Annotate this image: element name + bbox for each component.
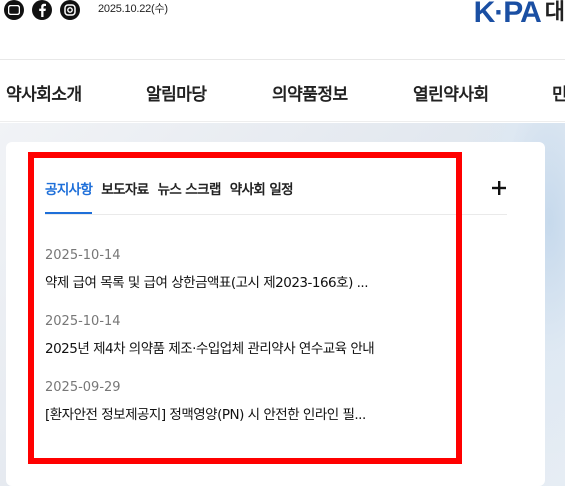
logo-suffix: 대 (544, 0, 565, 25)
current-date: 2025.10.22(수) (98, 3, 168, 15)
board-tabs: 공지사항 보도자료 뉴스 스크랩 약사회 일정 (45, 178, 302, 214)
list-item[interactable]: 2025-10-14 약제 급여 목록 및 급여 상한금액표(고시 제2023-… (45, 248, 445, 291)
nav-item-drug-info[interactable]: 의약품정보 (272, 80, 348, 105)
post-date: 2025-10-14 (45, 314, 121, 329)
tab-press[interactable]: 보도자료 (101, 178, 149, 214)
nav-item-notice[interactable]: 알림마당 (146, 80, 207, 105)
kpa-logo[interactable]: K·PA 대 (474, 0, 565, 30)
post-title[interactable]: 2025년 제4차 의약품 제조·수입업체 관리약사 연수교육 안내 (45, 337, 445, 357)
tab-divider (45, 214, 507, 215)
plus-icon (492, 181, 506, 195)
nav-item-about[interactable]: 약사회소개 (6, 80, 82, 105)
tab-news-scrap[interactable]: 뉴스 스크랩 (158, 178, 222, 214)
nav-item-more[interactable]: 민 (552, 80, 565, 105)
post-date: 2025-10-14 (45, 248, 121, 263)
facebook-icon[interactable] (32, 0, 52, 20)
post-title[interactable]: 약제 급여 목록 및 급여 상한금액표(고시 제2023-166호) ... (45, 271, 445, 291)
instagram-icon[interactable] (60, 0, 80, 20)
list-item[interactable]: 2025-10-14 2025년 제4차 의약품 제조·수입업체 관리약사 연수… (45, 314, 445, 357)
youtube-icon[interactable] (4, 0, 24, 20)
main-nav: 약사회소개 알림마당 의약품정보 열린약사회 민 (0, 60, 565, 122)
social-links (4, 0, 80, 20)
list-item[interactable]: 2025-09-29 [환자안전 정보제공지] 정맥영양(PN) 시 안전한 인… (45, 380, 445, 423)
post-date: 2025-09-29 (45, 380, 121, 395)
top-bar: 2025.10.22(수) K·PA 대 (0, 0, 565, 60)
post-title[interactable]: [환자안전 정보제공지] 정맥영양(PN) 시 안전한 인라인 필... (45, 403, 445, 423)
tab-schedule[interactable]: 약사회 일정 (230, 178, 294, 214)
more-button[interactable] (490, 179, 508, 197)
tab-notice[interactable]: 공지사항 (45, 178, 93, 214)
nav-item-open[interactable]: 열린약사회 (413, 80, 489, 105)
logo-text: K·PA (473, 0, 542, 29)
